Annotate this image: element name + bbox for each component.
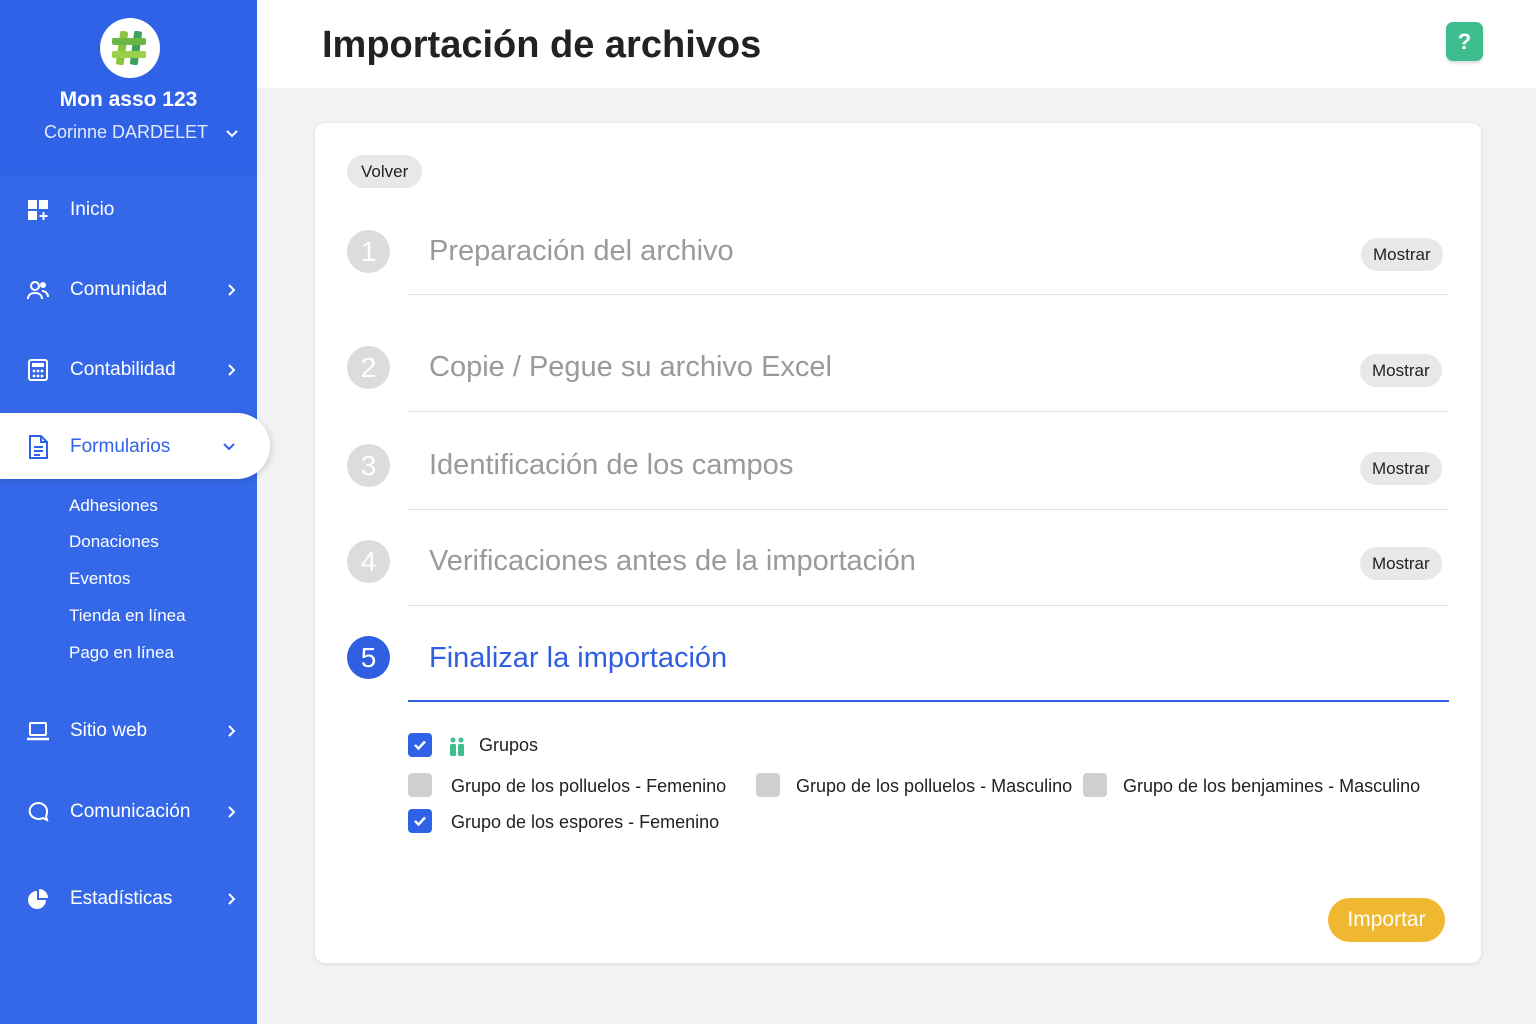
step-title-3: Identificación de los campos xyxy=(429,449,794,481)
logo xyxy=(100,18,160,78)
sidebar-item-label: Inicio xyxy=(70,199,115,220)
sidebar-item-label: Comunidad xyxy=(70,279,168,300)
sidebar-subitem-donaciones[interactable]: Donaciones xyxy=(69,532,159,552)
document-icon xyxy=(29,435,48,459)
sidebar-item-contabilidad[interactable]: Contabilidad xyxy=(0,345,257,395)
back-button[interactable]: Volver xyxy=(347,155,423,188)
group-option-checkbox[interactable] xyxy=(756,773,780,797)
group-option-label: Grupo de los benjamines - Masculino xyxy=(1123,776,1421,796)
sidebar-item-formularios[interactable]: Formularios xyxy=(0,413,270,479)
step-number-1: 1 xyxy=(347,230,390,273)
topbar: Importación de archivos ? xyxy=(257,0,1536,88)
sidebar-subitem-tienda[interactable]: Tienda en línea xyxy=(69,606,186,626)
chevron-right-icon xyxy=(228,284,236,296)
sidebar: Mon asso 123 Corinne DARDELET Inicio Com… xyxy=(0,0,270,1024)
calculator-icon xyxy=(28,359,48,381)
group-option-label: Grupo de los polluelos - Masculino xyxy=(796,776,1073,796)
chevron-right-icon xyxy=(228,364,236,376)
import-card: Volver 1 Preparación del archivo Mostrar… xyxy=(315,123,1481,963)
chevron-right-icon xyxy=(228,893,236,905)
chat-icon xyxy=(28,801,49,822)
sidebar-item-sitio-web[interactable]: Sitio web xyxy=(0,706,257,756)
show-step-3-button[interactable]: Mostrar xyxy=(1360,452,1442,485)
sidebar-item-comunicacion[interactable]: Comunicación xyxy=(0,787,257,837)
sidebar-item-label: Estadísticas xyxy=(70,888,173,909)
users-icon xyxy=(27,281,49,300)
divider xyxy=(408,605,1449,606)
show-step-2-button[interactable]: Mostrar xyxy=(1360,354,1442,387)
laptop-icon xyxy=(27,722,49,741)
hashtag-logo-icon xyxy=(112,30,146,66)
sidebar-item-label: Contabilidad xyxy=(70,359,176,380)
sidebar-item-label: Comunicación xyxy=(70,801,191,822)
step-number-5: 5 xyxy=(347,636,390,679)
sidebar-item-label: Formularios xyxy=(70,436,171,457)
step-number-3: 3 xyxy=(347,444,390,487)
dashboard-icon xyxy=(28,200,48,220)
active-step-divider xyxy=(408,700,1449,702)
help-button[interactable]: ? xyxy=(1446,22,1483,61)
chevron-down-icon xyxy=(223,443,235,451)
divider xyxy=(408,411,1449,412)
step-title-4: Verificaciones antes de la importación xyxy=(429,545,916,577)
pie-chart-icon xyxy=(28,889,48,909)
group-option-checkbox[interactable] xyxy=(408,773,432,797)
show-step-4-button[interactable]: Mostrar xyxy=(1360,547,1442,580)
checkmark-icon xyxy=(414,816,426,827)
user-name[interactable]: Corinne DARDELET xyxy=(44,122,208,143)
chevron-right-icon xyxy=(228,725,236,737)
step-title-2: Copie / Pegue su archivo Excel xyxy=(429,351,832,383)
group-option-label: Grupo de los polluelos - Femenino xyxy=(451,776,727,796)
chevron-down-icon[interactable] xyxy=(224,126,240,142)
sidebar-subitem-pago[interactable]: Pago en línea xyxy=(69,643,174,663)
import-button[interactable]: Importar xyxy=(1328,898,1445,942)
divider xyxy=(408,294,1449,295)
step-number-2: 2 xyxy=(347,346,390,389)
groups-checkbox[interactable] xyxy=(408,733,432,757)
step-title-5: Finalizar la importación xyxy=(429,642,728,674)
chevron-right-icon xyxy=(228,806,236,818)
divider xyxy=(408,509,1449,510)
sidebar-subitem-eventos[interactable]: Eventos xyxy=(69,569,130,589)
sidebar-item-comunidad[interactable]: Comunidad xyxy=(0,265,257,315)
sidebar-item-label: Sitio web xyxy=(70,720,148,741)
sidebar-item-estadisticas[interactable]: Estadísticas xyxy=(0,874,257,924)
group-option-checkbox[interactable] xyxy=(1083,773,1107,797)
step-number-4: 4 xyxy=(347,540,390,583)
sidebar-header: Mon asso 123 Corinne DARDELET xyxy=(0,0,257,175)
sidebar-subitem-adhesiones[interactable]: Adhesiones xyxy=(69,496,158,516)
checkmark-icon xyxy=(414,740,426,751)
show-step-1-button[interactable]: Mostrar xyxy=(1361,238,1443,271)
group-option-checkbox[interactable] xyxy=(408,809,432,833)
page-title: Importación de archivos xyxy=(322,24,762,66)
group-people-icon xyxy=(450,737,464,756)
groups-label: Grupos xyxy=(479,735,539,755)
group-option-label: Grupo de los espores - Femenino xyxy=(451,812,720,832)
sidebar-item-inicio[interactable]: Inicio xyxy=(0,185,257,235)
step-title-1: Preparación del archivo xyxy=(429,235,734,267)
org-name: Mon asso 123 xyxy=(59,88,198,111)
